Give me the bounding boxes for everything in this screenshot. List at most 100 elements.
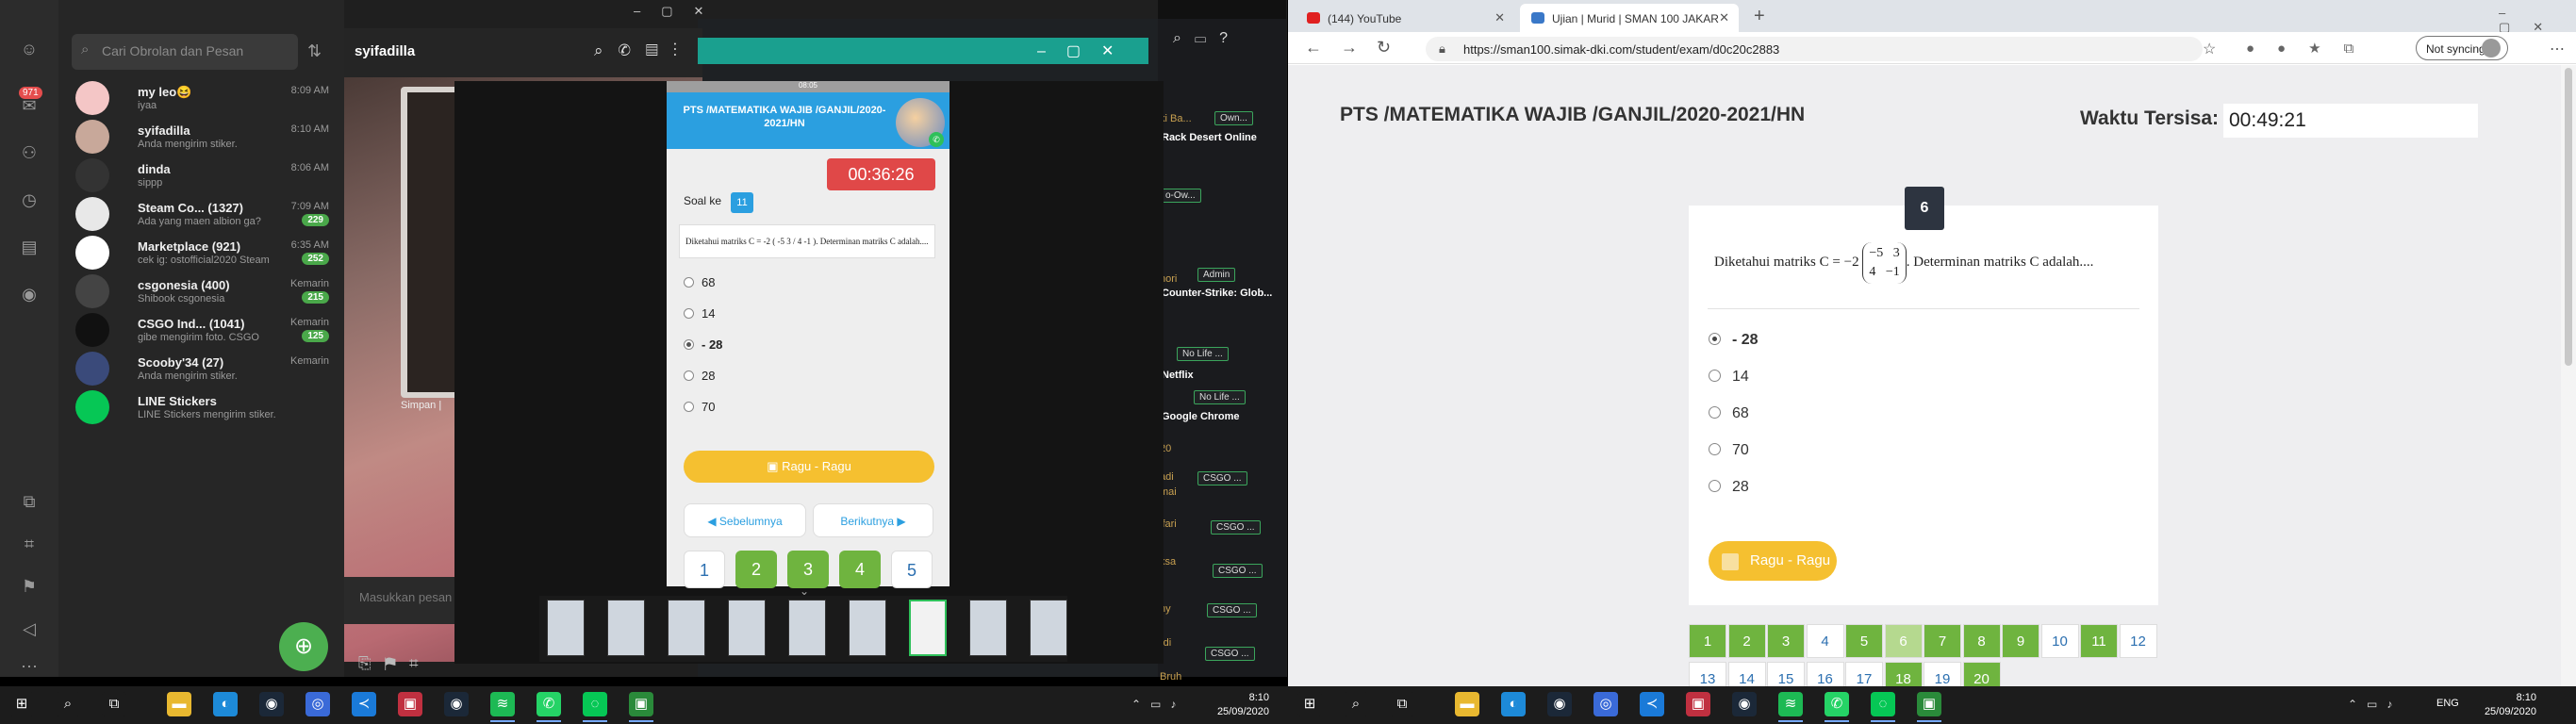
menu-icon[interactable]: ⋯	[2550, 40, 2565, 58]
file-explorer-icon[interactable]: ▬	[1455, 692, 1479, 716]
whatsapp-icon[interactable]: ✆	[1825, 692, 1849, 716]
crop-icon[interactable]: ⌗	[18, 533, 41, 555]
thumbnail[interactable]	[668, 600, 705, 656]
question-nav-button[interactable]: 7	[1924, 624, 1961, 658]
edge-icon[interactable]: ◐	[1501, 692, 1526, 716]
steam-icon[interactable]: ◉	[1732, 692, 1757, 716]
app-icon[interactable]: ▣	[398, 692, 422, 716]
screen-share-icon[interactable]: ⧉	[18, 490, 41, 513]
radio-button[interactable]	[1709, 480, 1721, 492]
new-tab-button[interactable]: +	[1754, 6, 1765, 27]
question-nav-button[interactable]: 10	[2040, 624, 2079, 658]
photo-caption[interactable]: Simpan |	[401, 400, 441, 411]
question-nav-button[interactable]: 5	[1845, 624, 1883, 658]
url-field[interactable]: https://sman100.simak-dki.com/student/ex…	[1426, 37, 2203, 61]
scrollbar-thumb[interactable]	[2565, 68, 2572, 366]
ragu-checkbox[interactable]	[1722, 553, 1739, 570]
vscode-icon[interactable]: ≺	[1640, 692, 1664, 716]
radio-button[interactable]	[1709, 443, 1721, 455]
answer-option[interactable]: 70	[1709, 442, 1749, 459]
background-toolbar-icons[interactable]: ⌕▭?	[1173, 30, 1241, 47]
task-view-icon[interactable]: ⧉	[102, 692, 126, 716]
clock[interactable]: 8:10 25/09/2020	[1203, 691, 1269, 719]
app-icon[interactable]: ▣	[629, 692, 653, 716]
start-icon[interactable]: ⊞	[9, 692, 34, 716]
radio-button[interactable]	[684, 308, 694, 319]
question-nav-button[interactable]: 4	[1806, 624, 1844, 658]
thumbnail[interactable]	[909, 600, 947, 656]
star-icon[interactable]: ☆	[2203, 40, 2216, 58]
spotify-icon[interactable]: ≋	[1778, 692, 1803, 716]
whatsapp-icon[interactable]: ✆	[537, 692, 561, 716]
phone-option[interactable]: - 28	[684, 337, 722, 352]
phone-ragu-button[interactable]: ▣ Ragu - Ragu	[684, 451, 934, 483]
phone-question-button[interactable]: 2	[735, 551, 777, 588]
line-icon[interactable]: ◌	[583, 692, 607, 716]
nav-buttons[interactable]: ←→↻	[1305, 38, 1410, 58]
instagram-icon[interactable]: ◎	[1593, 692, 1618, 716]
bookmark-icon[interactable]: ⚑	[18, 575, 41, 598]
phone-question-button[interactable]: 3	[787, 551, 829, 588]
previous-button[interactable]: ◀ Sebelumnya	[684, 503, 806, 537]
steam-icon[interactable]: ◉	[1547, 692, 1572, 716]
browser-window-controls[interactable]: –▢✕	[2499, 6, 2576, 35]
phone-question-button[interactable]: 1	[684, 551, 725, 588]
tab-youtube[interactable]: (144) YouTube ✕	[1296, 4, 1514, 32]
thumbnail[interactable]	[1030, 600, 1067, 656]
radio-button[interactable]	[684, 339, 694, 350]
extension-icons[interactable]: ●●★⧉	[2246, 40, 2376, 57]
message-tools[interactable]: ⎘⚑⌗	[358, 654, 432, 673]
spotify-icon[interactable]: ≋	[490, 692, 515, 716]
list-item[interactable]: CSGO Ind... (1041) gibe mengirim foto. CS…	[58, 311, 344, 350]
question-nav-button[interactable]: 8	[1962, 624, 2001, 658]
radio-button[interactable]	[1709, 370, 1721, 382]
more-icon[interactable]: ⋯	[18, 655, 41, 678]
clock[interactable]: 8:10 25/09/2020	[2470, 691, 2536, 719]
radio-button[interactable]	[1709, 406, 1721, 419]
sort-icon[interactable]: ⇅	[307, 41, 322, 61]
answer-option[interactable]: 14	[1709, 369, 1749, 386]
next-button[interactable]: Berikutnya ▶	[813, 503, 933, 537]
profile-icon[interactable]: ☺	[18, 38, 41, 60]
line-today-icon[interactable]: ◉	[18, 283, 41, 305]
question-nav-button[interactable]: 2	[1727, 624, 1766, 658]
phone-option[interactable]: 28	[684, 369, 715, 383]
thumbnail[interactable]	[969, 600, 1007, 656]
close-icon[interactable]: ✕	[1719, 10, 1729, 25]
search-icon[interactable]: ⌕	[56, 692, 80, 716]
window-controls[interactable]: –▢✕	[634, 4, 724, 19]
radio-button[interactable]	[684, 402, 694, 412]
radio-button[interactable]	[1709, 333, 1721, 345]
list-item[interactable]: csgonesia (400) Shibook csgonesia Kemarin 2…	[58, 272, 344, 311]
search-icon[interactable]: ⌕	[1344, 692, 1368, 716]
phone-question-button[interactable]: 5	[891, 551, 933, 588]
list-item[interactable]: syifadilla Anda mengirim stiker. 8:10 AM	[58, 118, 344, 156]
list-item[interactable]: Scooby'34 (27) Anda mengirim stiker. Kemar…	[58, 350, 344, 388]
question-nav-button[interactable]: 9	[2002, 624, 2039, 658]
list-item[interactable]: my leo😆 iyaa 8:09 AM	[58, 79, 344, 118]
thumbnail[interactable]	[788, 600, 826, 656]
list-item[interactable]: Steam Co... (1327) Ada yang maen albion g…	[58, 195, 344, 234]
radio-button[interactable]	[684, 277, 694, 288]
answer-option[interactable]: - 28	[1709, 332, 1759, 349]
steam-icon[interactable]: ◉	[259, 692, 284, 716]
chat-header-icons[interactable]: ⌕✆▤⋮	[594, 41, 692, 60]
phone-question-button[interactable]: 4	[839, 551, 881, 588]
thumbnail[interactable]	[849, 600, 886, 656]
question-nav-button[interactable]: 1	[1689, 624, 1726, 658]
new-chat-button[interactable]: ⊕	[279, 622, 328, 671]
avatar[interactable]	[2482, 39, 2501, 58]
start-icon[interactable]: ⊞	[1297, 692, 1322, 716]
app-icon[interactable]: ▣	[1686, 692, 1710, 716]
vscode-icon[interactable]: ≺	[352, 692, 376, 716]
close-icon[interactable]: ✕	[1494, 10, 1505, 25]
thumbnail[interactable]	[547, 600, 585, 656]
question-nav-button[interactable]: 3	[1767, 624, 1805, 658]
lock-icon[interactable]: 🔒︎	[1439, 41, 1445, 57]
question-nav-button[interactable]: 11	[2080, 624, 2118, 658]
search-input[interactable]: Cari Obrolan dan Pesan	[72, 34, 298, 70]
radio-button[interactable]	[684, 370, 694, 381]
news-icon[interactable]: ▤	[18, 236, 41, 258]
list-item[interactable]: Marketplace (921) cek ig: ostofficial2020…	[58, 234, 344, 272]
mirror-window-controls[interactable]: –▢✕	[1037, 41, 1134, 60]
